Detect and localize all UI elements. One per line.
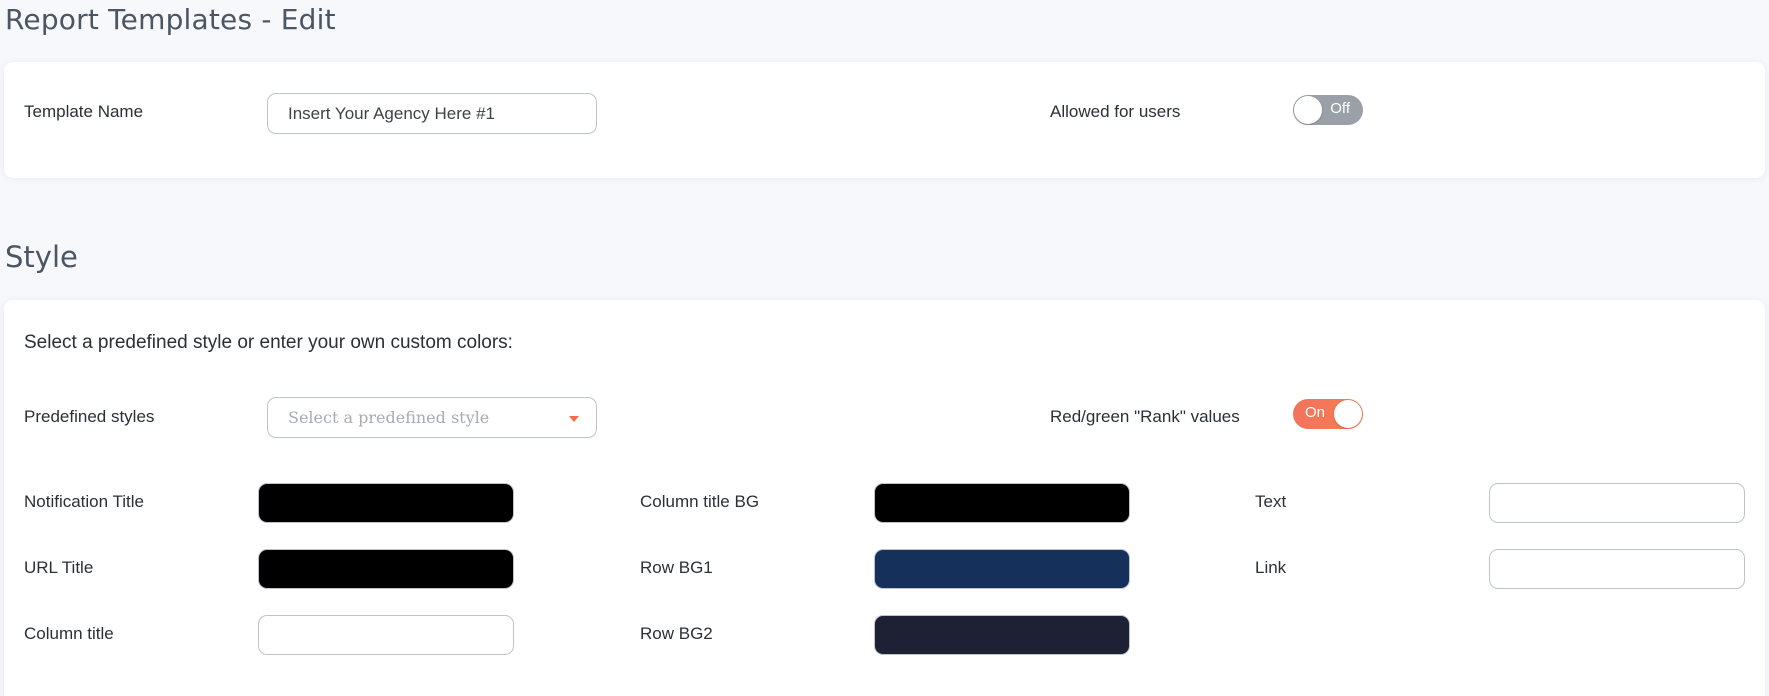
- rank-values-toggle[interactable]: On: [1293, 399, 1363, 429]
- column-title-bg-color[interactable]: [874, 483, 1130, 523]
- link-color[interactable]: [1489, 549, 1745, 589]
- predefined-style-placeholder: Select a predefined style: [288, 408, 490, 427]
- allowed-for-users-toggle[interactable]: Off: [1293, 95, 1363, 125]
- chevron-down-icon: [569, 416, 579, 422]
- url-title-color[interactable]: [258, 549, 514, 589]
- row-bg2-color[interactable]: [874, 615, 1130, 655]
- column-title-label: Column title: [24, 624, 114, 643]
- row-bg1-label: Row BG1: [640, 558, 713, 577]
- column-title-bg-label: Column title BG: [640, 492, 760, 511]
- toggle-knob: [1334, 400, 1362, 428]
- style-intro-text: Select a predefined style or enter your …: [24, 332, 513, 353]
- link-color-label: Link: [1255, 558, 1287, 577]
- predefined-style-select[interactable]: Select a predefined style: [267, 397, 597, 438]
- text-color[interactable]: [1489, 483, 1745, 523]
- style-section-title: Style: [5, 240, 78, 274]
- template-name-label: Template Name: [24, 102, 144, 121]
- notification-title-color[interactable]: [258, 483, 514, 523]
- allowed-for-users-label: Allowed for users: [1050, 102, 1181, 121]
- toggle-state-text: On: [1305, 404, 1326, 421]
- text-color-label: Text: [1255, 492, 1287, 511]
- row-bg2-label: Row BG2: [640, 624, 713, 643]
- column-title-color[interactable]: [258, 615, 514, 655]
- rank-values-label: Red/green "Rank" values: [1050, 407, 1240, 426]
- notification-title-label: Notification Title: [24, 492, 144, 511]
- report-template-edit-page: Report Templates - Edit Template Name Al…: [0, 0, 1769, 696]
- template-name-input[interactable]: [267, 93, 597, 134]
- url-title-label: URL Title: [24, 558, 94, 577]
- toggle-state-text: Off: [1330, 100, 1350, 117]
- row-bg1-color[interactable]: [874, 549, 1130, 589]
- page-title: Report Templates - Edit: [5, 3, 336, 36]
- predefined-styles-label: Predefined styles: [24, 407, 155, 426]
- toggle-knob: [1294, 96, 1322, 124]
